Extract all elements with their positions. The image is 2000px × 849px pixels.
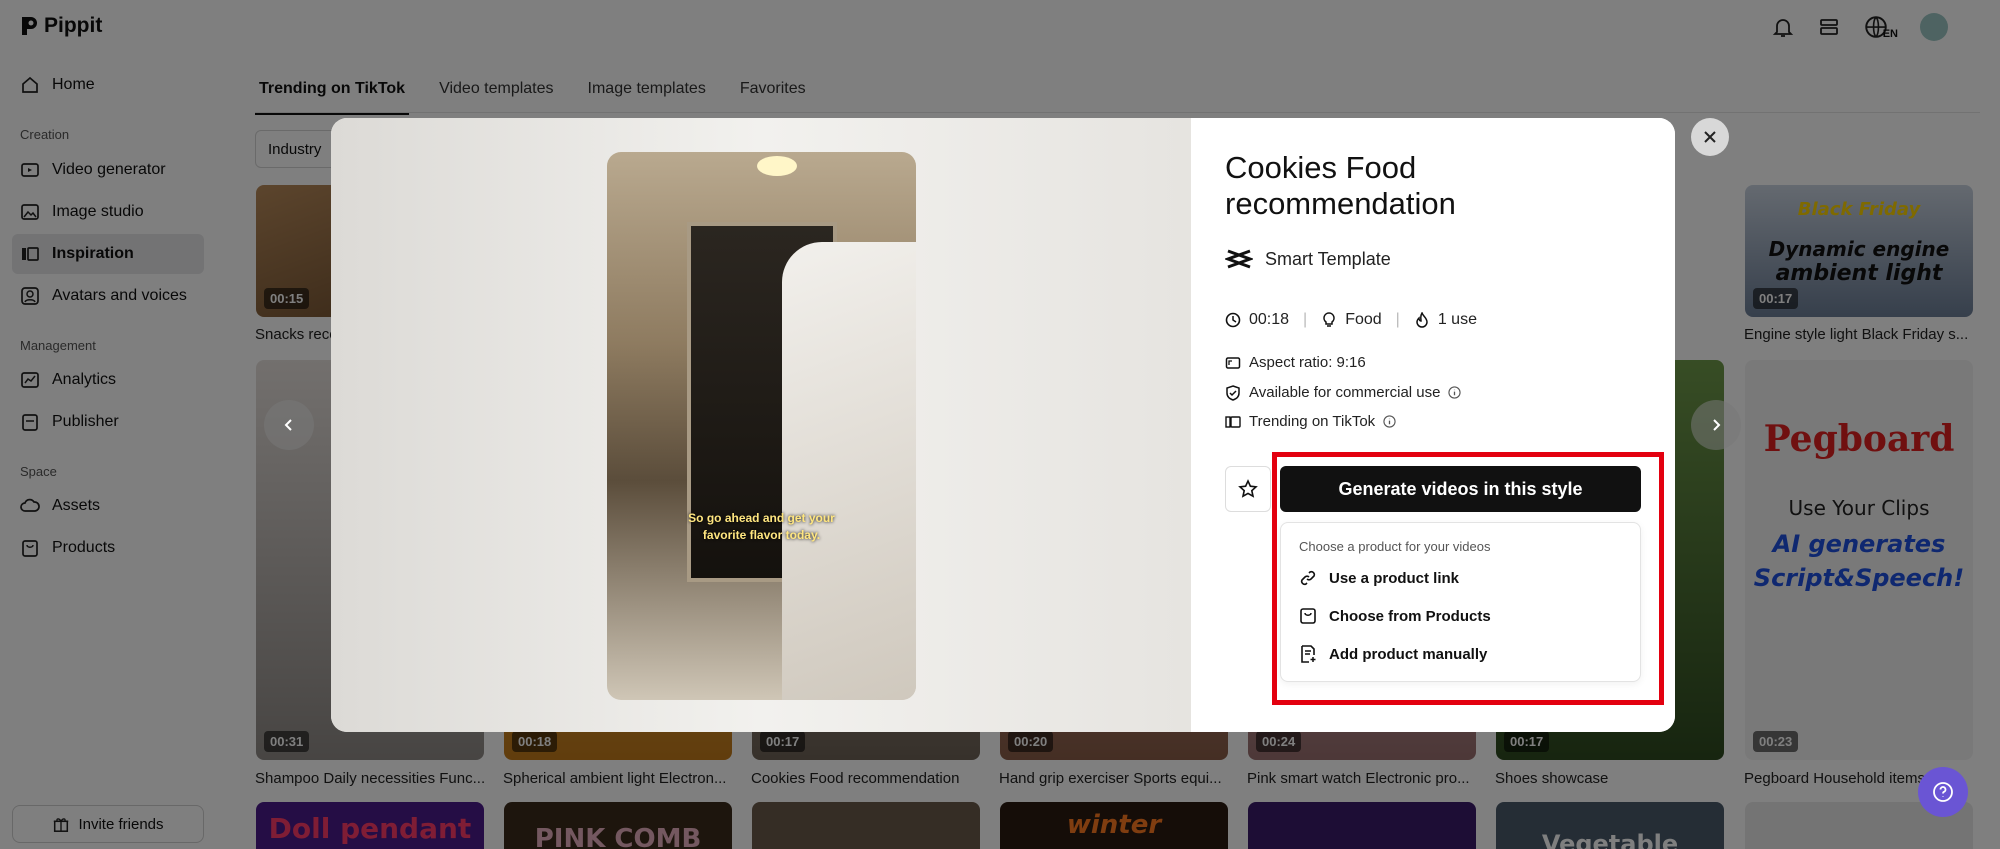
next-button[interactable] (1691, 400, 1741, 450)
video-subtitle: So go ahead and get your favorite flavor… (607, 510, 916, 544)
trending-label: Trending on TikTok (1249, 413, 1376, 430)
meta-separator: | (1303, 311, 1308, 328)
subtitle-line: favorite flavor today. (702, 528, 821, 542)
video-player[interactable]: So go ahead and get your favorite flavor… (607, 152, 916, 700)
ceiling-light (757, 156, 797, 176)
info-icon[interactable] (1383, 415, 1396, 428)
previous-button[interactable] (264, 400, 314, 450)
close-button[interactable] (1691, 118, 1729, 156)
aspect-ratio-icon (1225, 356, 1241, 369)
person-figure (782, 242, 916, 700)
meta-separator: | (1395, 311, 1400, 328)
template-uses: 1 use (1437, 311, 1477, 328)
aspect-ratio: Aspect ratio: 9:16 (1249, 354, 1366, 371)
template-category: Food (1345, 311, 1382, 328)
question-icon (1933, 782, 1953, 802)
help-button[interactable] (1918, 767, 1968, 817)
trending-row: Trending on TikTok (1225, 413, 1396, 430)
chevron-right-icon (1713, 419, 1721, 431)
close-icon (1704, 131, 1716, 143)
template-type: Smart Template (1265, 248, 1391, 269)
template-type-row: Smart Template (1225, 248, 1391, 270)
info-icon[interactable] (1448, 386, 1462, 399)
star-icon (1238, 479, 1258, 498)
commercial-use: Available for commercial use (1249, 384, 1441, 401)
template-duration: 00:18 (1249, 311, 1290, 328)
flame-icon (1416, 312, 1428, 328)
lightbulb-icon (1323, 312, 1335, 327)
commercial-row: Available for commercial use (1225, 384, 1462, 401)
highlight-box (1272, 452, 1664, 705)
subtitle-line: So go ahead and get your (688, 511, 835, 525)
meta-row: 00:18 | Food | 1 use (1225, 311, 1477, 329)
trending-icon (1225, 415, 1241, 428)
capcut-logo-icon (1225, 249, 1253, 269)
template-title: Cookies Food recommendation (1225, 150, 1456, 221)
aspect-ratio-row: Aspect ratio: 9:16 (1225, 354, 1366, 371)
video-preview-area: So go ahead and get your favorite flavor… (331, 118, 1191, 732)
favorite-button[interactable] (1225, 466, 1271, 512)
shield-check-icon (1226, 384, 1240, 401)
clock-icon (1225, 312, 1241, 328)
chevron-left-icon (284, 419, 292, 431)
